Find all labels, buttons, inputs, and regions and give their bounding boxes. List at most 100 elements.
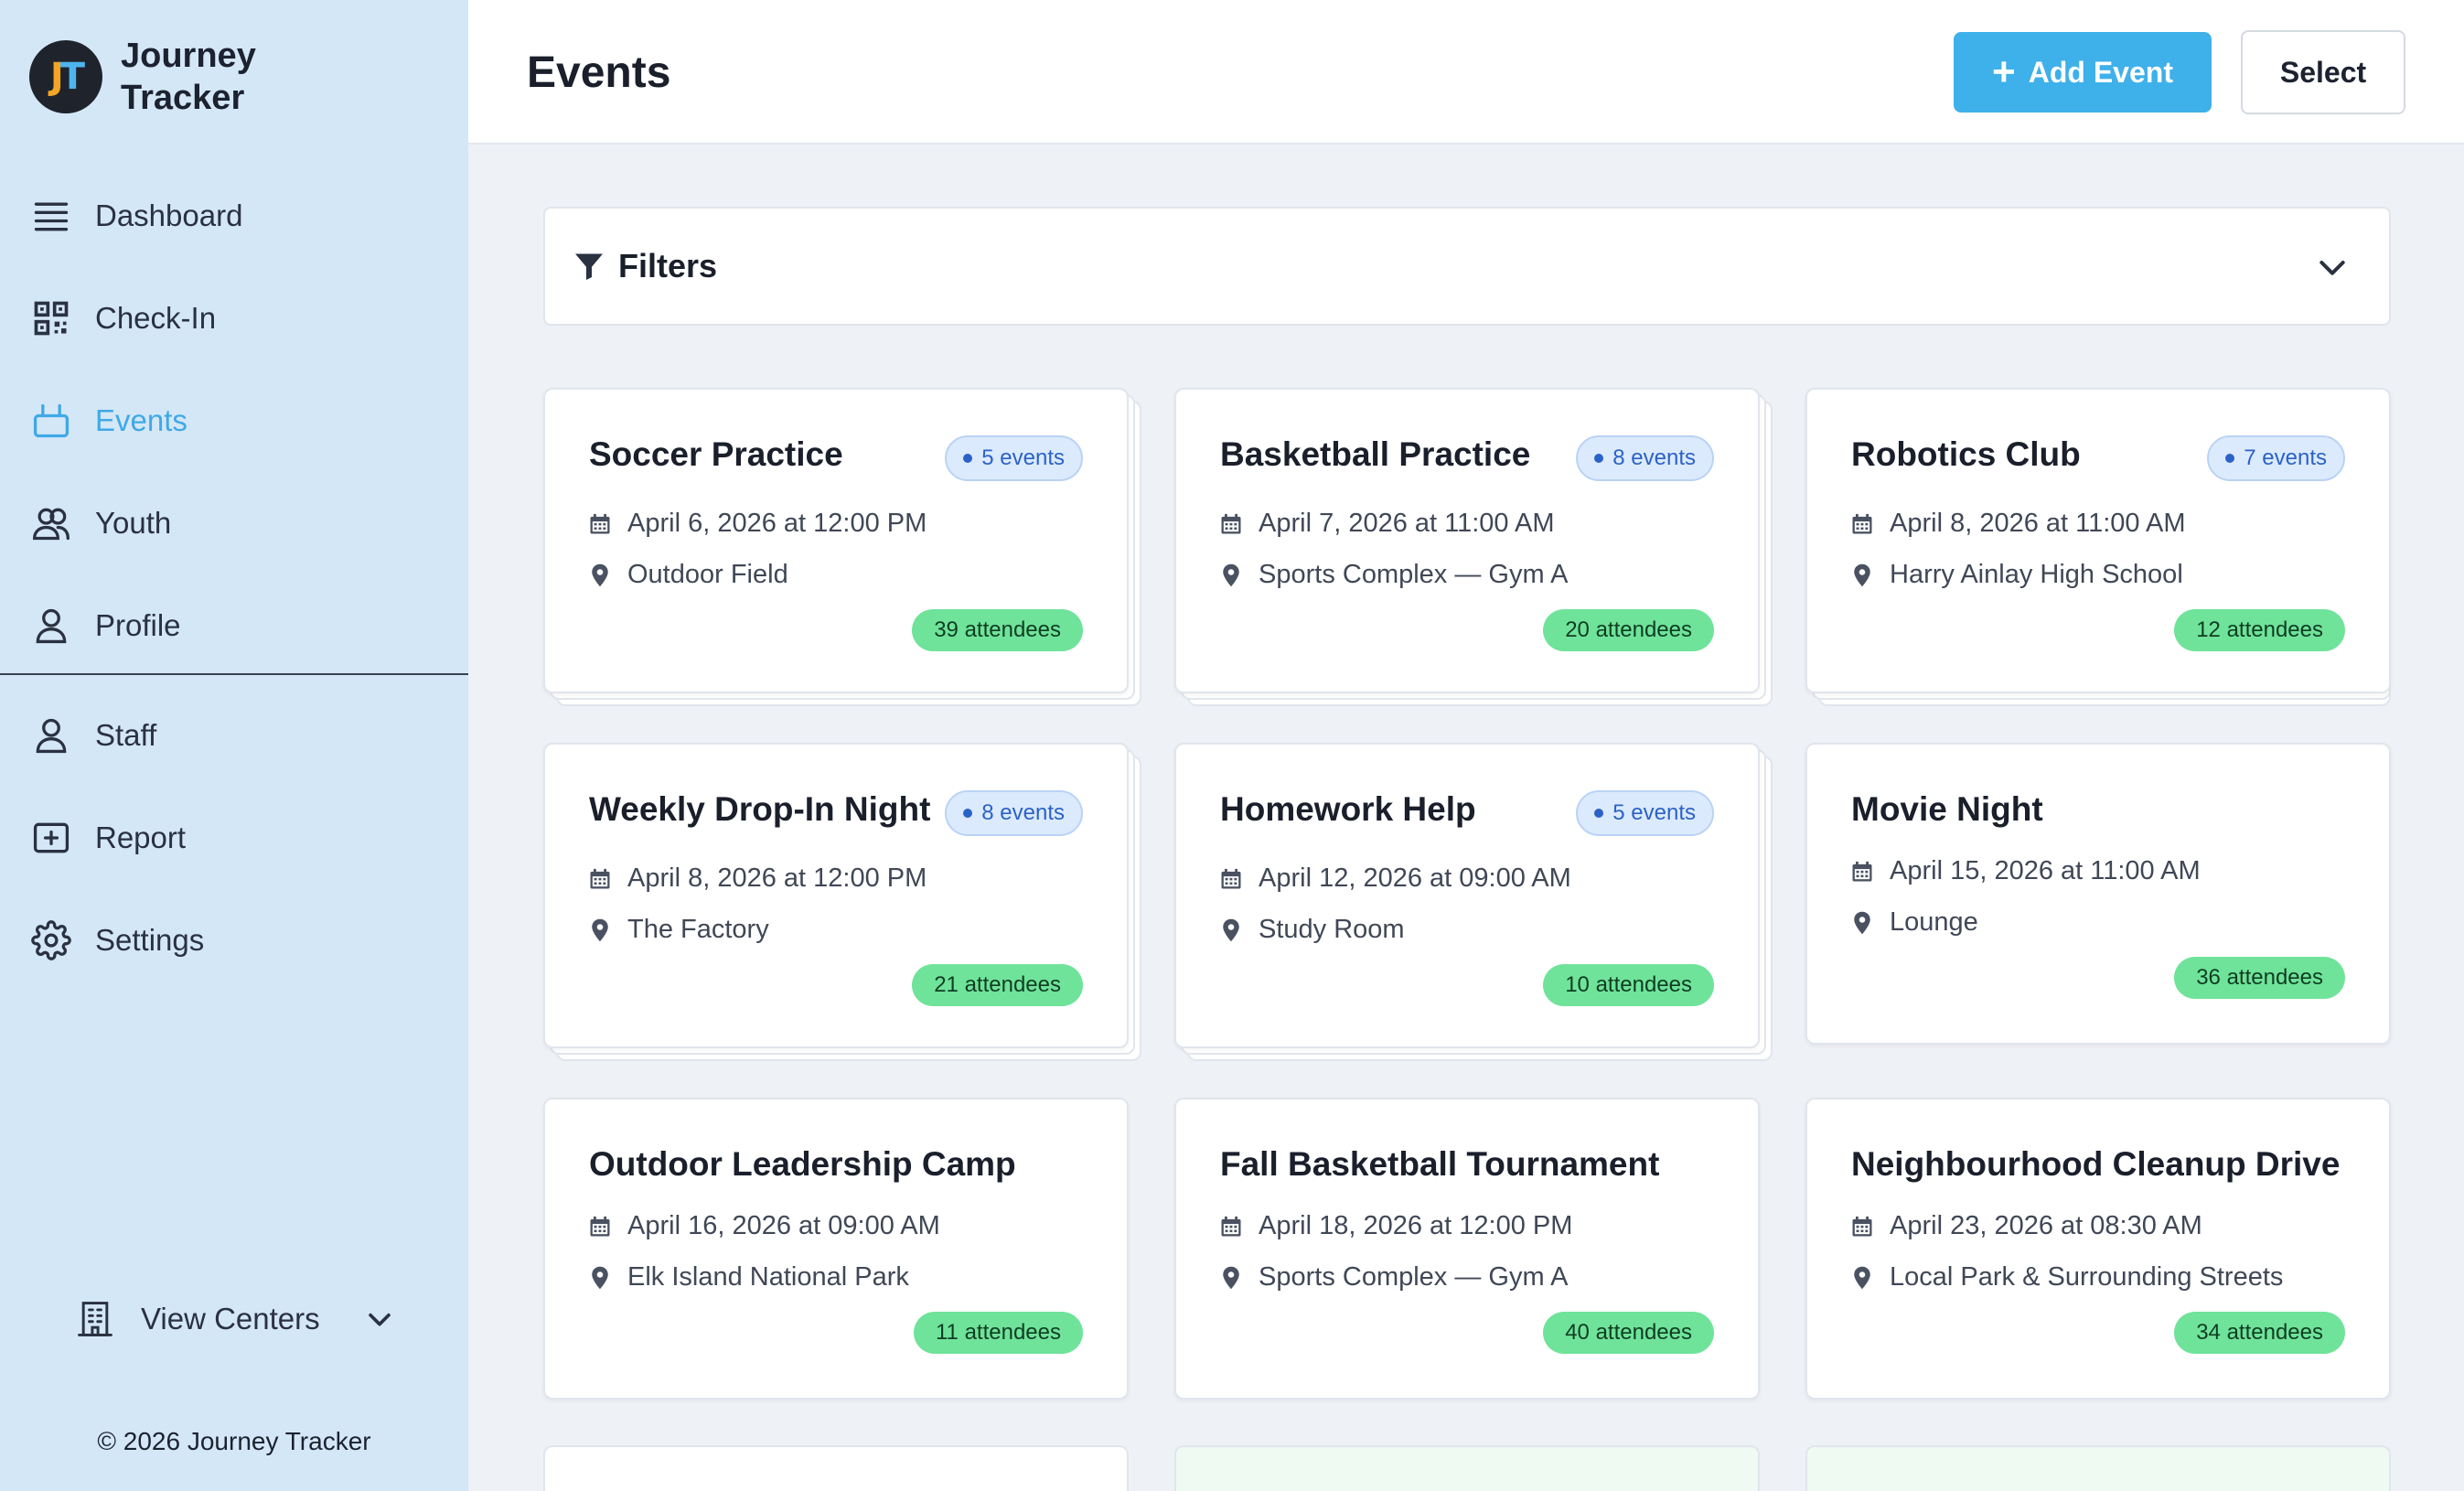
- event-card[interactable]: Basketball Practice 8 events April 7, 20…: [1174, 388, 1760, 693]
- map-pin-icon: [1854, 563, 1870, 586]
- map-pin-icon: [1223, 563, 1239, 586]
- qr-code-icon: [31, 298, 71, 338]
- sidebar-item-label: Profile: [95, 608, 181, 642]
- attendees-badge: 10 attendees: [1543, 964, 1714, 1006]
- event-title: Homework Help: [1220, 790, 1476, 828]
- event-title: Basketball Practice: [1220, 435, 1531, 473]
- brand[interactable]: JT Journey Tracker: [29, 35, 304, 119]
- calendar-icon: [590, 513, 610, 533]
- event-date-text: April 6, 2026 at 12:00 PM: [627, 509, 927, 538]
- filters-label: Filters: [618, 247, 718, 284]
- event-title: Robotics Club: [1851, 435, 2081, 473]
- attendees-badge: 20 attendees: [1543, 609, 1714, 651]
- plus-icon: +: [1992, 49, 2016, 94]
- calendar-icon: [1852, 861, 1872, 881]
- sidebar-item-label: Events: [95, 403, 187, 437]
- event-card[interactable]: Soccer Practice 5 events April 6, 2026 a…: [543, 388, 1129, 693]
- sidebar-item-label: Staff: [95, 718, 157, 752]
- view-centers-toggle[interactable]: View Centers: [75, 1299, 395, 1339]
- event-location-text: The Factory: [627, 915, 769, 944]
- sidebar-item-profile[interactable]: Profile: [0, 574, 468, 677]
- event-location-text: Harry Ainlay High School: [1890, 560, 2183, 589]
- event-card[interactable]: Neighbourhood Cleanup Drive April 23, 20…: [1805, 1098, 2391, 1400]
- event-title: Fall Basketball Tournament: [1220, 1145, 1660, 1183]
- series-count-badge: 8 events: [1576, 435, 1714, 481]
- event-card[interactable]: Outdoor Leadership Camp April 16, 2026 a…: [543, 1098, 1129, 1400]
- map-pin-icon: [592, 563, 608, 586]
- event-location: Elk Island National Park: [587, 1262, 909, 1293]
- event-date-text: April 18, 2026 at 12:00 PM: [1259, 1211, 1573, 1240]
- add-event-label: Add Event: [2028, 55, 2173, 89]
- event-title: Weekly Drop-In Night: [589, 790, 931, 828]
- copyright: © 2026 Journey Tracker: [97, 1427, 371, 1455]
- sidebar-item-events[interactable]: Events: [0, 370, 468, 472]
- event-date: April 8, 2026 at 11:00 AM: [1849, 509, 2186, 539]
- event-date: April 23, 2026 at 08:30 AM: [1849, 1211, 2202, 1241]
- event-date: April 8, 2026 at 12:00 PM: [587, 863, 927, 894]
- event-date: April 16, 2026 at 09:00 AM: [587, 1211, 940, 1241]
- event-date-text: April 7, 2026 at 11:00 AM: [1259, 509, 1555, 538]
- event-card-partial[interactable]: [543, 1445, 1129, 1491]
- event-card[interactable]: Homework Help 5 events April 12, 2026 at…: [1174, 743, 1760, 1048]
- sidebar: JT Journey Tracker Dashboard Check-In Ev…: [0, 0, 468, 1491]
- event-location-text: Local Park & Surrounding Streets: [1890, 1262, 2284, 1292]
- nav-divider: [0, 673, 468, 675]
- sidebar-item-staff[interactable]: Staff: [0, 684, 468, 787]
- sidebar-item-settings[interactable]: Settings: [0, 889, 468, 992]
- series-count-text: 7 events: [2244, 445, 2327, 470]
- series-count-text: 5 events: [981, 445, 1065, 470]
- series-count-text: 5 events: [1612, 800, 1696, 825]
- building-icon: [75, 1299, 115, 1339]
- select-button[interactable]: Select: [2241, 30, 2405, 114]
- series-count-badge: 5 events: [1576, 790, 1714, 836]
- dot-icon: [2225, 454, 2235, 463]
- filters-panel[interactable]: Filters: [543, 207, 2391, 326]
- event-location: Sports Complex — Gym A: [1218, 1262, 1568, 1293]
- series-count-badge: 5 events: [945, 435, 1083, 481]
- sidebar-item-label: Youth: [95, 506, 172, 540]
- event-location-text: Elk Island National Park: [627, 1262, 909, 1292]
- sidebar-item-dashboard[interactable]: Dashboard: [0, 165, 468, 267]
- event-card[interactable]: Fall Basketball Tournament April 18, 202…: [1174, 1098, 1760, 1400]
- menu-icon: [31, 196, 71, 236]
- event-card[interactable]: Movie Night April 15, 2026 at 11:00 AM L…: [1805, 743, 2391, 1045]
- calendar-icon: [1852, 1216, 1872, 1236]
- map-pin-icon: [1223, 918, 1239, 941]
- calendar-icon: [1852, 513, 1872, 533]
- event-location: Lounge: [1849, 907, 1978, 938]
- app-root: JT Journey Tracker Dashboard Check-In Ev…: [0, 0, 2464, 1491]
- event-title: Soccer Practice: [589, 435, 843, 473]
- chevron-down-icon[interactable]: [2314, 249, 2351, 285]
- event-date-text: April 23, 2026 at 08:30 AM: [1890, 1211, 2202, 1240]
- dot-icon: [963, 454, 973, 463]
- event-location-text: Outdoor Field: [627, 560, 788, 589]
- view-centers-label: View Centers: [141, 1302, 320, 1335]
- sidebar-item-label: Report: [95, 821, 187, 854]
- sidebar-item-report[interactable]: Report: [0, 787, 468, 889]
- event-date-text: April 12, 2026 at 09:00 AM: [1259, 863, 1571, 893]
- brand-logo: JT: [29, 40, 102, 113]
- event-card-partial[interactable]: [1174, 1445, 1760, 1491]
- attendees-badge: 34 attendees: [2174, 1312, 2345, 1354]
- event-date: April 6, 2026 at 12:00 PM: [587, 509, 927, 539]
- sidebar-item-check-in[interactable]: Check-In: [0, 267, 468, 370]
- event-location-text: Study Room: [1259, 915, 1405, 944]
- calendar-icon: [1221, 1216, 1241, 1236]
- attendees-badge: 40 attendees: [1543, 1312, 1714, 1354]
- sidebar-item-youth[interactable]: Youth: [0, 472, 468, 574]
- add-event-button[interactable]: + Add Event: [1954, 32, 2212, 113]
- sidebar-item-label: Check-In: [95, 301, 217, 335]
- users-icon: [31, 503, 71, 543]
- dot-icon: [1594, 454, 1604, 463]
- event-card-partial[interactable]: [1805, 1445, 2391, 1491]
- event-location-text: Lounge: [1890, 907, 1978, 937]
- calendar-icon: [1221, 513, 1241, 533]
- event-date-text: April 15, 2026 at 11:00 AM: [1890, 856, 2201, 885]
- attendees-badge: 36 attendees: [2174, 957, 2345, 999]
- tv-icon: [31, 401, 71, 441]
- event-card[interactable]: Robotics Club 7 events April 8, 2026 at …: [1805, 388, 2391, 693]
- event-location-text: Sports Complex — Gym A: [1259, 1262, 1569, 1292]
- page-title: Events: [527, 48, 671, 97]
- event-card[interactable]: Weekly Drop-In Night 8 events April 8, 2…: [543, 743, 1129, 1048]
- series-count-badge: 8 events: [945, 790, 1083, 836]
